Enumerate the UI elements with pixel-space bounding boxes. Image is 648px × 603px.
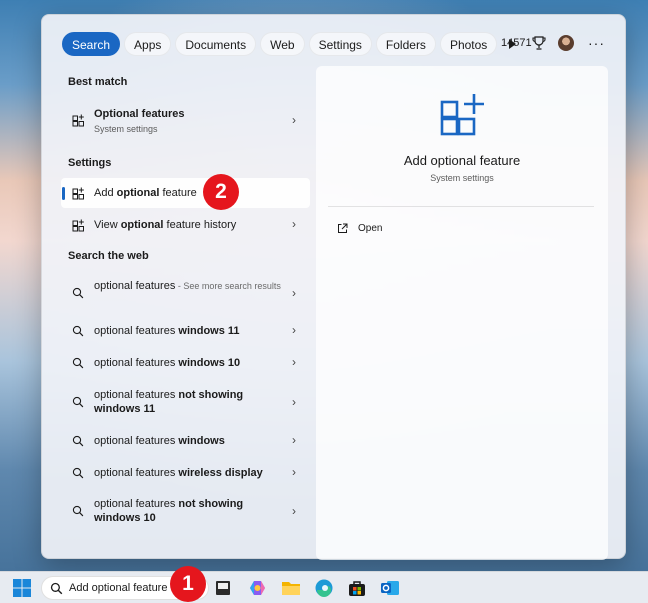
file-explorer-icon[interactable] (281, 578, 301, 598)
web-result-row[interactable]: optional features - See more search resu… (61, 274, 310, 312)
best-match-optional-features[interactable]: Optional features System settings › (61, 101, 310, 139)
chevron-right-icon: › (292, 504, 296, 518)
search-icon (72, 467, 84, 479)
filter-search[interactable]: Search (62, 32, 121, 56)
step-badge-2: 2 (203, 174, 239, 210)
chevron-right-icon: › (292, 465, 296, 479)
web-result-row[interactable]: optional features not showing windows 10… (61, 492, 310, 532)
outlook-icon[interactable] (380, 578, 400, 598)
web-result-row[interactable]: optional features not showing windows 11… (61, 383, 310, 423)
more-icon[interactable]: ··· (588, 35, 605, 51)
trophy-icon[interactable] (532, 35, 546, 51)
search-web-heading: Search the web (68, 250, 149, 262)
start-icon[interactable] (12, 578, 32, 598)
chevron-right-icon: › (292, 286, 296, 300)
search-icon (72, 357, 84, 369)
settings-item-view-feature-history[interactable]: View optional feature history › (61, 210, 310, 240)
chevron-right-icon: › (292, 217, 296, 231)
settings-item-add-optional-feature[interactable]: Add optional feature (61, 178, 310, 208)
detail-title: Add optional feature (403, 153, 521, 168)
search-query: Add optional feature (69, 582, 168, 594)
divider (328, 206, 594, 207)
taskbar: Add optional feature (0, 571, 648, 603)
web-result-row[interactable]: optional features wireless display › (61, 459, 310, 487)
search-icon (72, 505, 84, 517)
rewards-points[interactable]: 14571 (501, 37, 532, 49)
search-icon (72, 435, 84, 447)
search-icon (72, 396, 84, 408)
detail-pane: Add optional feature System settings Ope… (316, 66, 608, 560)
filter-folders[interactable]: Folders (375, 32, 436, 56)
chevron-right-icon: › (292, 323, 296, 337)
filter-bar: Search Apps Documents Web Settings Folde… (62, 31, 526, 57)
web-result-label: optional features windows 11 (94, 325, 240, 337)
edge-icon[interactable] (314, 578, 334, 598)
add-feature-icon (440, 94, 484, 136)
detail-subtitle: System settings (430, 173, 494, 183)
chevron-right-icon: › (292, 355, 296, 369)
settings-heading: Settings (68, 157, 112, 169)
best-match-subtitle: System settings (94, 124, 158, 134)
settings-grid-icon (72, 114, 84, 127)
web-result-row[interactable]: optional features windows 10 › (61, 349, 310, 377)
settings-grid-icon (72, 219, 84, 232)
settings-grid-icon (72, 187, 84, 200)
web-result-label: optional features windows 10 (94, 357, 241, 369)
chevron-right-icon: › (292, 433, 296, 447)
best-match-title: Optional features (94, 108, 185, 120)
open-external-icon (338, 223, 348, 233)
store-icon[interactable] (347, 578, 367, 598)
filter-settings[interactable]: Settings (308, 32, 372, 56)
selection-indicator (62, 187, 65, 200)
task-view-icon[interactable] (213, 578, 233, 598)
filter-apps[interactable]: Apps (124, 32, 172, 56)
step-badge-1: 1 (170, 566, 206, 602)
web-result-label: optional features not showing windows 10 (94, 498, 244, 524)
start-search-panel: Search Apps Documents Web Settings Folde… (41, 14, 626, 560)
search-icon (72, 325, 84, 337)
chevron-right-icon: › (292, 113, 296, 127)
web-result-label: optional features windows (94, 435, 225, 447)
avatar[interactable] (558, 35, 574, 51)
web-result-row[interactable]: optional features windows › (61, 427, 310, 455)
chevron-right-icon: › (292, 395, 296, 409)
web-result-label: optional features not showing windows 11 (94, 389, 244, 415)
filter-documents[interactable]: Documents (175, 32, 257, 56)
search-icon (50, 582, 63, 595)
copilot-icon[interactable] (248, 578, 268, 598)
web-result-label: optional features - See more search resu… (94, 280, 281, 292)
web-result-label: optional features wireless display (94, 467, 263, 479)
settings-item-label: View optional feature history (94, 219, 237, 231)
open-button[interactable]: Open (328, 218, 448, 240)
web-result-row[interactable]: optional features windows 11 › (61, 317, 310, 345)
open-label: Open (358, 223, 383, 234)
filter-photos[interactable]: Photos (439, 32, 498, 56)
settings-item-label: Add optional feature (94, 187, 197, 199)
best-match-heading: Best match (68, 76, 128, 88)
search-icon (72, 287, 84, 299)
filter-web[interactable]: Web (260, 32, 305, 56)
